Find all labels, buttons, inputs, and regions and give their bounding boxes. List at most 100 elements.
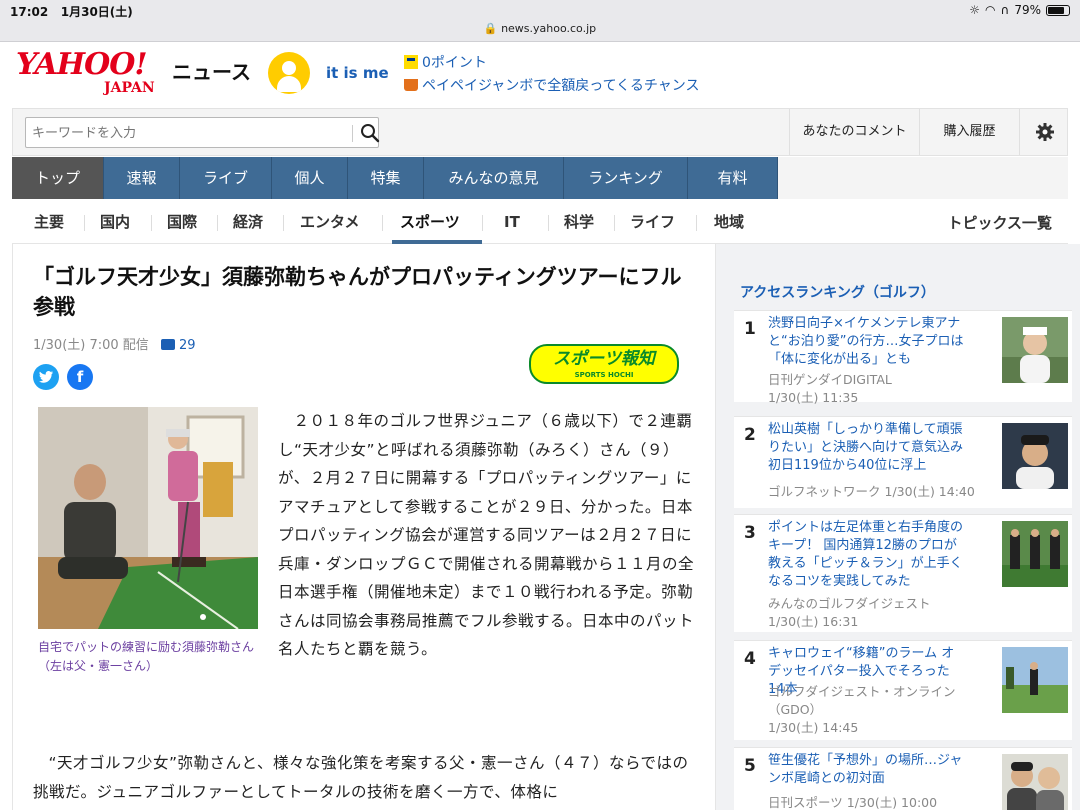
ranking-item[interactable]: 2 松山英樹「しっかり準備して頑張りたい」と決勝へ向けて意気込み 初日119位か… xyxy=(734,416,1072,508)
address-bar[interactable]: 🔒 news.yahoo.co.jp xyxy=(0,22,1080,35)
search-input[interactable] xyxy=(32,123,332,143)
yahoo-japan-logo[interactable]: YAHOO! JAPAN xyxy=(16,47,176,97)
article-paragraph: “天才ゴルフ少女”弥勒さんと、様々な強化策を考案する父・憲一さん（４７）ならでは… xyxy=(33,754,689,801)
source-logo[interactable]: スポーツ報知 SPORTS HOCHI xyxy=(529,344,679,384)
rank-source: ゴルフダイジェスト・オンライン（GDO） xyxy=(768,684,956,717)
rank-source: 日刊ゲンダイDIGITAL xyxy=(768,372,892,387)
ranking-thumbnail xyxy=(1002,317,1068,383)
category-economy[interactable]: 経済 xyxy=(233,212,263,232)
status-indicators: ☼ ◠ ∩ 79% xyxy=(969,3,1070,17)
url-text: news.yahoo.co.jp xyxy=(501,22,597,35)
tab-top[interactable]: トップ xyxy=(12,157,104,199)
category-international[interactable]: 国際 xyxy=(167,212,197,232)
comment-count-link[interactable]: 29 xyxy=(160,338,196,353)
ranking-item[interactable]: 5 笹生優花「予想外」の場所…ジャンボ尾崎との初対面 日刊スポーツ 1/30(土… xyxy=(734,747,1072,810)
ranking-thumbnail xyxy=(1002,647,1068,713)
facebook-icon: f xyxy=(76,368,84,386)
search-divider xyxy=(352,125,353,142)
rank-number: 5 xyxy=(744,756,756,776)
twitter-icon xyxy=(39,371,53,383)
article-date: 1/30(土) 7:00 配信 xyxy=(33,338,149,353)
tab-individual[interactable]: 個人 xyxy=(272,157,348,199)
logo-sub-text: JAPAN xyxy=(104,80,155,96)
brightness-icon: ☼ xyxy=(969,3,981,17)
points-link[interactable]: 0ポイント xyxy=(404,52,487,72)
battery-icon xyxy=(1046,4,1070,16)
article: 「ゴルフ天才少女」須藤弥勒ちゃんがプロパッティングツアーにフル参戦 1/30(土… xyxy=(12,244,716,810)
category-region[interactable]: 地域 xyxy=(714,212,744,232)
purchase-history-link[interactable]: 購入履歴 xyxy=(919,109,1019,155)
search-box xyxy=(25,117,381,148)
topics-list-link[interactable]: トピックス一覧 xyxy=(947,212,1052,233)
ranking-sidebar: アクセスランキング（ゴルフ） 1 渋野日向子×イケメンテレ東アナと“お泊り愛”の… xyxy=(716,244,1080,810)
tab-breaking[interactable]: 速報 xyxy=(104,157,180,199)
comment-count: 29 xyxy=(178,338,196,353)
rank-source: ゴルフネットワーク 1/30(土) 14:40 xyxy=(768,484,975,499)
tab-live[interactable]: ライブ xyxy=(180,157,272,199)
logo-main-text: YAHOO! xyxy=(16,47,148,82)
status-bar: 17:02 1月30日(土) 🔒 news.yahoo.co.jp ☼ ◠ ∩ … xyxy=(0,0,1080,42)
tpoint-icon xyxy=(404,55,418,69)
rank-date: 1/30(土) 14:45 xyxy=(768,720,859,735)
rank-number: 3 xyxy=(744,523,756,543)
source-logo-subtext: SPORTS HOCHI xyxy=(574,371,634,379)
battery-percent: 79% xyxy=(1014,3,1041,17)
ranking-item[interactable]: 1 渋野日向子×イケメンテレ東アナと“お泊り愛”の行方…女子プロは「体に変化が出… xyxy=(734,310,1072,405)
rank-title: 松山英樹「しっかり準備して頑張りたい」と決勝へ向けて意気込み 初日119位から4… xyxy=(768,422,977,473)
section-title[interactable]: ニュース xyxy=(172,56,251,85)
rank-number: 2 xyxy=(744,425,756,445)
category-science[interactable]: 科学 xyxy=(564,212,594,232)
category-main[interactable]: 主要 xyxy=(34,212,64,232)
gear-icon xyxy=(1035,122,1054,141)
facebook-share-button[interactable]: f xyxy=(67,364,93,390)
category-it[interactable]: IT xyxy=(504,212,520,232)
my-comments-link[interactable]: あなたのコメント xyxy=(789,109,919,155)
username-link[interactable]: it is me xyxy=(326,64,389,82)
rank-date: 1/30(土) 16:31 xyxy=(768,614,859,629)
global-nav: トップ 速報 ライブ 個人 特集 みんなの意見 ランキング 有料 xyxy=(12,157,1068,199)
category-domestic[interactable]: 国内 xyxy=(100,212,130,232)
rank-source: 日刊スポーツ 1/30(土) 10:00 xyxy=(768,795,938,810)
promo-text: ペイペイジャンボで全額戻ってくるチャンス xyxy=(422,78,700,94)
headphone-icon: ∩ xyxy=(1000,3,1010,17)
article-photo[interactable] xyxy=(38,407,258,629)
category-sports[interactable]: スポーツ xyxy=(400,212,460,232)
points-text: 0ポイント xyxy=(422,55,487,71)
golf-practice-photo xyxy=(38,407,258,629)
lock-icon: 🔒 xyxy=(483,22,498,35)
tab-features[interactable]: 特集 xyxy=(348,157,424,199)
category-life[interactable]: ライフ xyxy=(630,212,675,232)
tab-opinions[interactable]: みんなの意見 xyxy=(424,157,564,199)
article-title: 「ゴルフ天才少女」須藤弥勒ちゃんがプロパッティングツアーにフル参戦 xyxy=(33,265,682,319)
ranking-title: アクセスランキング（ゴルフ） xyxy=(740,285,935,301)
avatar[interactable] xyxy=(268,52,310,94)
comment-icon xyxy=(160,339,175,350)
category-nav: 主要 国内 国際 経済 エンタメ スポーツ IT 科学 ライフ 地域 トピックス… xyxy=(12,200,1068,244)
search-button[interactable] xyxy=(359,122,381,144)
rank-date: 1/30(土) 11:35 xyxy=(768,390,859,405)
status-time: 17:02 1月30日(土) xyxy=(10,5,133,19)
article-paragraph: ２０１８年のゴルフ世界ジュニア（６歳以下）で２連覇し“天才少女”と呼ばれる須藤弥… xyxy=(278,412,695,658)
rank-title: 渋野日向子×イケメンテレ東アナと“お泊り愛”の行方…女子プロは「体に変化が出る」… xyxy=(768,316,964,367)
ranking-thumbnail xyxy=(1002,423,1068,489)
twitter-share-button[interactable] xyxy=(33,364,59,390)
ranking-item[interactable]: 4 キャロウェイ“移籍”のラーム オデッセイパター投入でそろった14本 ゴルフダ… xyxy=(734,640,1072,740)
tab-ranking[interactable]: ランキング xyxy=(564,157,688,199)
search-icon xyxy=(361,124,380,143)
settings-button[interactable] xyxy=(1019,109,1069,155)
rank-source: みんなのゴルフダイジェスト xyxy=(768,596,931,611)
category-entertainment[interactable]: エンタメ xyxy=(300,212,360,232)
rank-number: 4 xyxy=(744,649,756,669)
site-header: YAHOO! JAPAN ニュース it is me 0ポイント ペイペイジャン… xyxy=(0,42,1080,102)
promo-link[interactable]: ペイペイジャンボで全額戻ってくるチャンス xyxy=(404,75,699,95)
ranking-thumbnail xyxy=(1002,521,1068,587)
ranking-item[interactable]: 3 ポイントは左足体重と右手角度のキープ！ 国内通算12勝のプロが教える「ピッチ… xyxy=(734,514,1072,632)
rank-title: ポイントは左足体重と右手角度のキープ！ 国内通算12勝のプロが教える「ピッチ＆ラ… xyxy=(768,520,964,589)
status-date: 1月30日(土) xyxy=(60,5,133,19)
source-logo-text: スポーツ報知 xyxy=(553,349,655,369)
rank-number: 1 xyxy=(744,319,756,339)
photo-caption: 自宅でパットの練習に励む須藤弥勒さん（左は父・憲一さん） xyxy=(38,640,255,673)
tab-paid[interactable]: 有料 xyxy=(688,157,778,199)
wifi-icon: ◠ xyxy=(985,3,996,17)
article-meta: 1/30(土) 7:00 配信 29 xyxy=(33,334,195,353)
